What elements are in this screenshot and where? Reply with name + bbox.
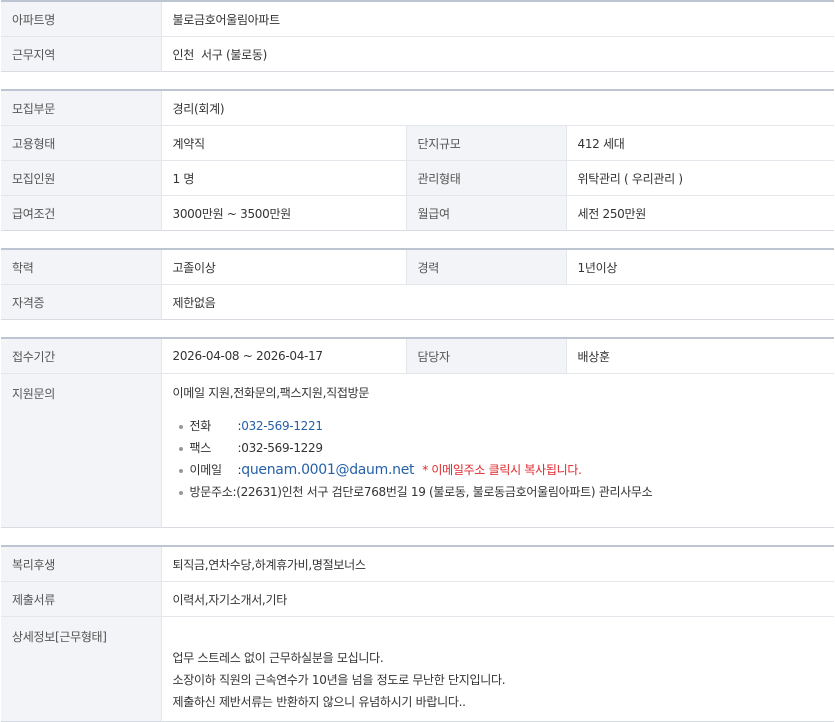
email-link[interactable]: quenam.0001@daum.net — [241, 462, 414, 478]
row-documents: 제출서류 이력서,자기소개서,기타 — [1, 581, 834, 617]
value-complex-size: 412 세대 — [565, 125, 834, 161]
job-posting-detail: 아파트명 불로금호어울림아파트 근무지역 인천 서구 (불로동) 모집부문 경리… — [1, 0, 834, 722]
row-department: 모집부문 경리(회계) — [1, 90, 834, 126]
fax-key: 팩스 — [189, 441, 212, 455]
value-management-type: 위탁관리 ( 우리관리 ) — [565, 160, 834, 196]
value-welfare: 퇴직금,연차수당,하계휴가비,명절보너스 — [160, 546, 834, 582]
label-work-region: 근무지역 — [1, 36, 161, 72]
label-application-period: 접수기간 — [1, 338, 161, 374]
section-benefits-detail: 복리후생 퇴직금,연차수당,하계휴가비,명절보너스 제출서류 이력서,자기소개서… — [1, 545, 834, 722]
contact-fax: 팩스:032-569-1229 — [176, 437, 835, 459]
inquiry-content: 이메일 지원,전화문의,팩스지원,직접방문 전화:032-569-1221 팩스… — [160, 373, 835, 528]
phone-key: 전화 — [189, 419, 212, 433]
row-headcount: 모집인원 1 명 관리형태 위탁관리 ( 우리관리 ) — [1, 160, 834, 196]
contact-email: 이메일:quenam.0001@daum.net * 이메일주소 클릭시 복사됩니… — [176, 459, 835, 481]
address-key: 방문주소 — [189, 485, 233, 499]
row-detail-info: 상세정보[근무형태] 업무 스트레스 없이 근무하실분을 모십니다. 소장이하 … — [1, 616, 835, 722]
row-certificate: 자격증 제한없음 — [1, 284, 834, 320]
label-management-type: 관리형태 — [405, 160, 566, 196]
contact-list: 전화:032-569-1221 팩스:032-569-1229 이메일:quen… — [173, 415, 835, 503]
label-manager: 담당자 — [405, 338, 566, 374]
section-recruitment: 모집부문 경리(회계) 고용형태 계약직 단지규모 412 세대 모집인원 1 … — [1, 89, 834, 231]
row-welfare: 복리후생 퇴직금,연차수당,하계휴가비,명절보너스 — [1, 546, 834, 582]
section-apartment-info: 아파트명 불로금호어울림아파트 근무지역 인천 서구 (불로동) — [1, 0, 834, 72]
row-education: 학력 고졸이상 경력 1년이상 — [1, 249, 834, 285]
section-qualifications: 학력 고졸이상 경력 1년이상 자격증 제한없음 — [1, 248, 834, 320]
value-documents: 이력서,자기소개서,기타 — [160, 581, 834, 617]
label-salary-condition: 급여조건 — [1, 195, 161, 231]
label-certificate: 자격증 — [1, 284, 161, 320]
row-employment: 고용형태 계약직 단지규모 412 세대 — [1, 125, 834, 161]
row-salary: 급여조건 3000만원 ~ 3500만원 월급여 세전 250만원 — [1, 195, 834, 231]
label-apartment-name: 아파트명 — [1, 1, 161, 37]
value-work-region: 인천 서구 (불로동) — [160, 36, 834, 72]
value-headcount: 1 명 — [160, 160, 406, 196]
label-documents: 제출서류 — [1, 581, 161, 617]
value-certificate: 제한없음 — [160, 284, 834, 320]
value-manager: 배상훈 — [565, 338, 834, 374]
label-monthly-salary: 월급여 — [405, 195, 566, 231]
value-department: 경리(회계) — [160, 90, 834, 126]
email-copy-note: * 이메일주소 클릭시 복사됩니다. — [422, 463, 582, 477]
row-work-region: 근무지역 인천 서구 (불로동) — [1, 36, 834, 72]
detail-info-content: 업무 스트레스 없이 근무하실분을 모십니다. 소장이하 직원의 근속연수가 1… — [160, 616, 835, 722]
value-experience: 1년이상 — [565, 249, 834, 285]
label-education: 학력 — [1, 249, 161, 285]
row-apartment-name: 아파트명 불로금호어울림아파트 — [1, 1, 834, 37]
value-apartment-name: 불로금호어울림아파트 — [160, 1, 834, 37]
contact-phone: 전화:032-569-1221 — [176, 415, 835, 437]
row-application-period: 접수기간 2026-04-08 ~ 2026-04-17 담당자 배상훈 — [1, 338, 834, 374]
value-monthly-salary: 세전 250만원 — [565, 195, 834, 231]
inquiry-methods: 이메일 지원,전화문의,팩스지원,직접방문 — [172, 386, 370, 400]
label-employment-type: 고용형태 — [1, 125, 161, 161]
email-key: 이메일 — [189, 463, 223, 477]
label-experience: 경력 — [405, 249, 566, 285]
label-department: 모집부문 — [1, 90, 161, 126]
value-education: 고졸이상 — [160, 249, 406, 285]
address-value: (22631)인천 서구 검단로768번길 19 (불로동, 불로동금호어울림아… — [236, 485, 653, 499]
value-application-period: 2026-04-08 ~ 2026-04-17 — [160, 338, 406, 374]
detail-line: 제출하신 제반서류는 반환하지 않으니 유념하시기 바랍니다.. — [172, 695, 466, 709]
label-complex-size: 단지규모 — [405, 125, 566, 161]
fax-value: 032-569-1229 — [241, 441, 323, 455]
label-headcount: 모집인원 — [1, 160, 161, 196]
phone-link[interactable]: 032-569-1221 — [241, 419, 323, 433]
label-inquiry: 지원문의 — [1, 373, 161, 528]
value-salary-condition: 3000만원 ~ 3500만원 — [160, 195, 406, 231]
detail-line: 소장이하 직원의 근속연수가 10년을 넘을 정도로 무난한 단지입니다. — [172, 673, 506, 687]
section-application: 접수기간 2026-04-08 ~ 2026-04-17 담당자 배상훈 지원문… — [1, 337, 834, 528]
detail-line: 업무 스트레스 없이 근무하실분을 모십니다. — [172, 651, 384, 665]
value-employment-type: 계약직 — [160, 125, 406, 161]
label-detail-info: 상세정보[근무형태] — [1, 616, 161, 722]
label-welfare: 복리후생 — [1, 546, 161, 582]
detail-spacer — [173, 625, 835, 647]
contact-address: 방문주소:(22631)인천 서구 검단로768번길 19 (불로동, 불로동금… — [176, 481, 835, 503]
row-inquiry: 지원문의 이메일 지원,전화문의,팩스지원,직접방문 전화:032-569-12… — [1, 373, 835, 528]
